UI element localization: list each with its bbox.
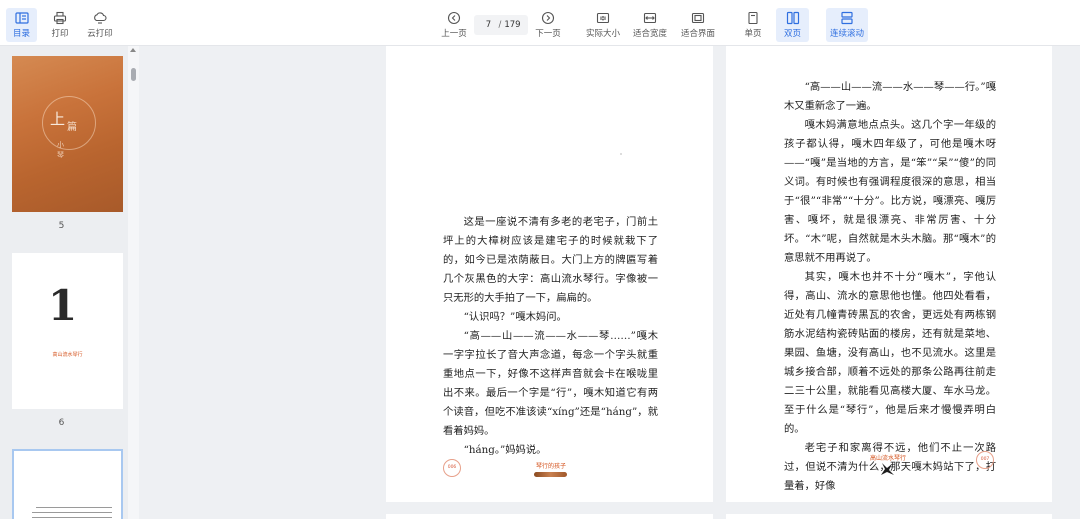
thumbnail-label: 6 <box>58 418 65 428</box>
thumbnail-page-6[interactable]: 1 高山流水琴行 <box>12 253 123 409</box>
thumbnail-list: 上 篇 小 琴 5 1 高山流水琴行 6 <box>0 46 128 519</box>
fit-page-label: 适合界面 <box>680 29 715 39</box>
page-indicator: / 179 <box>474 15 528 35</box>
toc-label: 目录 <box>12 29 30 39</box>
total-pages: 179 <box>504 20 521 30</box>
scroll-up-arrow-icon[interactable] <box>130 48 136 52</box>
paragraph: “认识吗？”嘎木妈问。 <box>463 311 567 323</box>
fit-page-icon <box>691 12 705 24</box>
single-page-label: 单页 <box>744 29 762 39</box>
continuous-scroll-icon <box>841 11 853 25</box>
print-label: 打印 <box>51 29 69 39</box>
single-page-button[interactable]: 单页 <box>739 8 767 42</box>
page-number-badge: 006 <box>443 459 461 477</box>
paragraph: “高——山——流——水——琴……”嘎木一字字拉长了音大声念道，每念一个字头就重重… <box>443 330 658 437</box>
running-footer-title: 琴行的孩子 <box>536 463 567 470</box>
page-number-badge: 007 <box>976 451 994 469</box>
fit-width-icon <box>643 12 657 24</box>
paragraph: “高——山——流——水——琴——行。”嘎木又重新念了一遍。 <box>784 81 996 112</box>
continuous-scroll-button[interactable]: 连续滚动 <box>826 8 868 42</box>
cloud-print-icon <box>94 12 107 24</box>
footer-brush-decoration <box>534 472 567 477</box>
cover-subtitle-char-2: 琴 <box>57 151 64 159</box>
double-page-label: 双页 <box>783 29 801 39</box>
next-page-button[interactable]: 下一页 <box>532 8 564 42</box>
paragraph: 这是一座说不清有多老的老宅子，门前土坪上的大樟树应该是建宅子的时候就栽下了的，如… <box>443 216 658 304</box>
chevron-left-circle-icon <box>447 11 461 25</box>
document-page-right: “高——山——流——水——琴——行。”嘎木又重新念了一遍。 嘎木妈满意地点点头。… <box>726 46 1052 502</box>
actual-size-icon <box>596 12 610 24</box>
thumbnail-text-line <box>36 507 112 508</box>
toc-icon <box>14 12 29 24</box>
toolbar: 目录 打印 云打印 上一页 / 179 下一页 实际大小 适合宽度 适合界面 单… <box>0 0 1080 46</box>
cover-title-char: 上 <box>50 110 66 128</box>
thumbnail-page-5[interactable]: 上 篇 小 琴 <box>12 56 123 212</box>
prev-page-button[interactable]: 上一页 <box>438 8 470 42</box>
document-page-next-right <box>726 514 1052 519</box>
thumbnail-text-line <box>32 512 112 513</box>
current-page-input[interactable] <box>481 18 496 32</box>
page-body-text: 这是一座说不清有多老的老宅子，门前土坪上的大樟树应该是建宅子的时候就栽下了的，如… <box>443 213 658 460</box>
next-page-label: 下一页 <box>535 29 561 39</box>
continuous-scroll-label: 连续滚动 <box>829 29 864 39</box>
cover-subtitle-char: 小 <box>57 141 64 149</box>
chevron-right-circle-icon <box>541 11 555 25</box>
fit-width-button[interactable]: 适合宽度 <box>631 8 669 42</box>
sidebar-scrollbar[interactable] <box>128 46 139 519</box>
fit-page-button[interactable]: 适合界面 <box>679 8 717 42</box>
scrollbar-thumb[interactable] <box>131 68 136 81</box>
paragraph: 其实，嘎木也并不十分“嘎木”，字他认得，高山、流水的意思他也懂。他四处看看，近处… <box>784 271 996 435</box>
page-body-text: “高——山——流——水——琴——行。”嘎木又重新念了一遍。 嘎木妈满意地点点头。… <box>784 78 996 496</box>
paragraph: “háng。”妈妈说。 <box>463 444 547 456</box>
cloud-print-button[interactable]: 云打印 <box>84 8 116 42</box>
paragraph: 嘎木妈满意地点点头。这几个字一年级的孩子都认得，嘎木四年级了，可他是嘎木呀——“… <box>784 119 996 264</box>
double-page-icon <box>786 11 799 25</box>
thumbnail-page-7[interactable] <box>12 449 123 519</box>
prev-page-label: 上一页 <box>441 29 467 39</box>
actual-size-button[interactable]: 实际大小 <box>584 8 622 42</box>
cover-title-char-2: 篇 <box>67 122 77 133</box>
thumbnail-sidebar: 上 篇 小 琴 5 1 高山流水琴行 6 <box>0 46 139 519</box>
scan-speck <box>620 153 622 155</box>
toc-button[interactable]: 目录 <box>6 8 37 42</box>
print-button[interactable]: 打印 <box>46 8 74 42</box>
document-page-left: 这是一座说不清有多老的老宅子，门前土坪上的大樟树应该是建宅子的时候就栽下了的，如… <box>386 46 713 502</box>
chapter-caption: 高山流水琴行 <box>52 352 83 358</box>
thumbnail-text-line <box>32 517 112 518</box>
single-page-icon <box>748 11 758 25</box>
fit-width-label: 适合宽度 <box>632 29 667 39</box>
cloud-print-label: 云打印 <box>87 29 113 39</box>
page-separator: / <box>498 20 502 30</box>
print-icon <box>53 11 67 25</box>
document-page-next-left <box>386 514 713 519</box>
double-page-button[interactable]: 双页 <box>776 8 809 42</box>
running-figure-icon <box>881 463 894 475</box>
thumbnail-label: 5 <box>58 221 65 231</box>
actual-size-label: 实际大小 <box>585 29 620 39</box>
chapter-numeral: 1 <box>48 281 78 330</box>
